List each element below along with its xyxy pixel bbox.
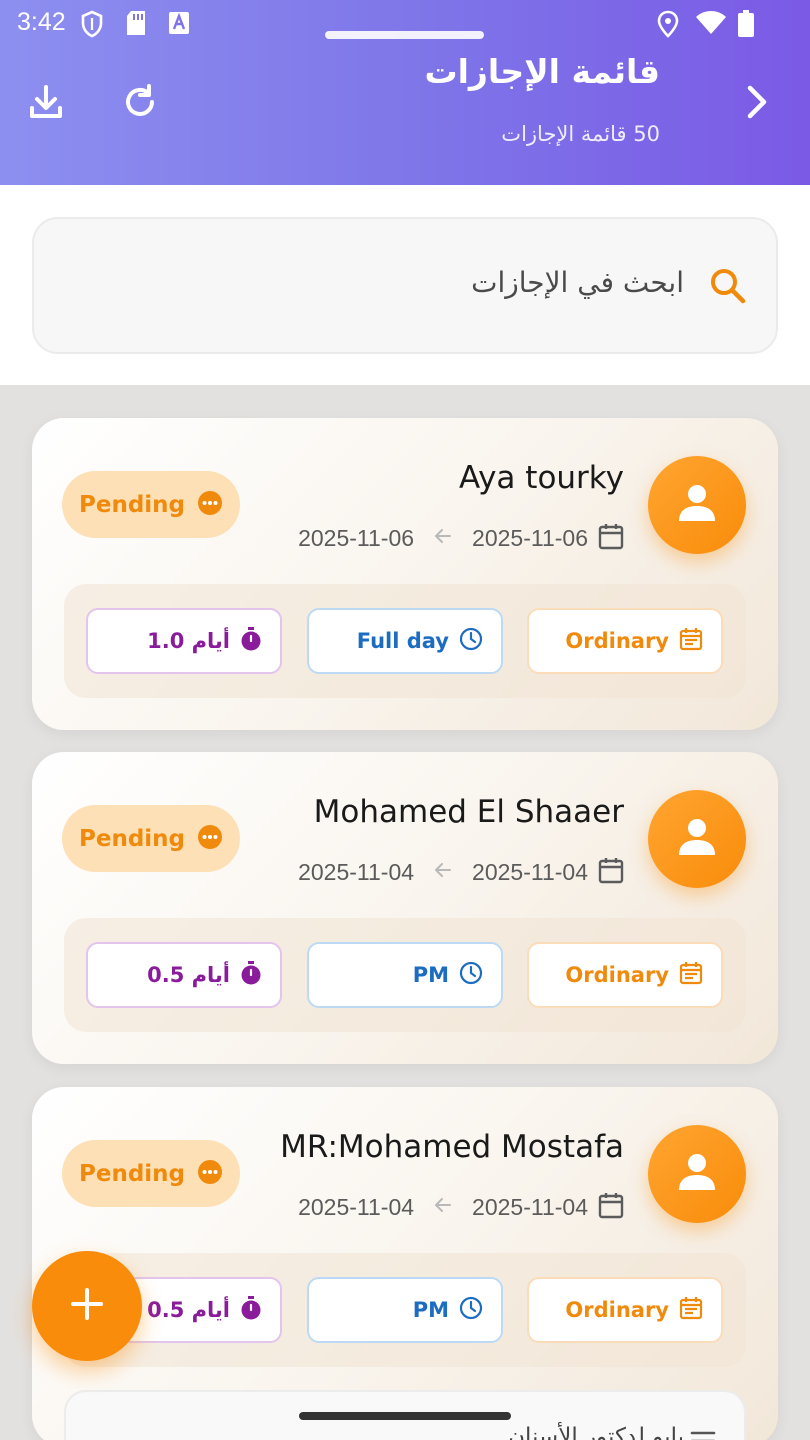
date-from: 2025-11-06 — [472, 524, 588, 551]
timer-icon — [240, 1295, 262, 1325]
type-chip: Ordinary — [527, 1277, 723, 1343]
type-label: Ordinary — [565, 629, 669, 653]
sd-card-icon — [125, 10, 147, 40]
arrow-left-icon — [434, 862, 452, 882]
home-indicator[interactable] — [299, 1412, 511, 1420]
reason-text: بابو لدكتور الأسنان — [508, 1424, 684, 1440]
person-icon — [675, 815, 719, 863]
status-label: Pending — [78, 1160, 185, 1187]
app-header: 3:42 قائمة الإجازات 50 قائمة الإجازات — [0, 0, 810, 185]
status-badge: Pending — [62, 805, 240, 872]
person-icon — [675, 481, 719, 529]
timer-icon — [240, 960, 262, 990]
location-icon — [656, 10, 680, 42]
leave-card[interactable]: MR:Mohamed Mostafa 2025-11-04 2025-11-04… — [32, 1087, 778, 1440]
days-label: 0.5 أيام — [147, 963, 230, 987]
timer-icon — [240, 626, 262, 656]
font-a-icon — [168, 10, 190, 40]
date-range: 2025-11-04 2025-11-04 — [298, 856, 624, 888]
search-placeholder: ابحث في الإجازات — [471, 266, 684, 299]
calendar-icon — [598, 522, 624, 554]
person-icon — [675, 1150, 719, 1198]
plus-icon — [70, 1287, 104, 1325]
date-range: 2025-11-06 2025-11-06 — [298, 522, 624, 554]
type-chip: Ordinary — [527, 608, 723, 674]
clock-icon — [459, 961, 483, 990]
arrow-left-icon — [434, 1197, 452, 1217]
duration-label: PM — [412, 963, 449, 987]
back-button[interactable] — [732, 80, 780, 128]
type-label: Ordinary — [565, 1298, 669, 1322]
date-to: 2025-11-06 — [298, 524, 415, 551]
event-note-icon — [679, 961, 703, 990]
date-to: 2025-11-04 — [298, 858, 415, 885]
refresh-button[interactable] — [116, 80, 164, 128]
date-from: 2025-11-04 — [472, 858, 588, 885]
leave-card[interactable]: Aya tourky 2025-11-06 2025-11-06 Pending… — [32, 418, 778, 730]
battery-icon — [737, 10, 755, 42]
duration-label: Full day — [356, 629, 449, 653]
type-chip: Ordinary — [527, 942, 723, 1008]
status-badge: Pending — [62, 1140, 240, 1207]
avatar — [648, 1125, 746, 1223]
refresh-icon — [121, 83, 159, 125]
arrow-left-icon — [434, 528, 452, 548]
date-range: 2025-11-04 2025-11-04 — [298, 1191, 624, 1223]
leave-card[interactable]: Mohamed El Shaaer 2025-11-04 2025-11-04 … — [32, 752, 778, 1064]
wifi-icon — [695, 10, 727, 40]
notch-pill — [325, 31, 484, 39]
duration-chip: Full day — [307, 608, 503, 674]
clock-icon — [459, 627, 483, 656]
status-bar: 3:42 — [0, 0, 810, 48]
calendar-icon — [598, 1191, 624, 1223]
status-label: Pending — [78, 825, 185, 852]
employee-name: Mohamed El Shaaer — [313, 794, 624, 830]
avatar — [648, 790, 746, 888]
download-icon — [27, 83, 65, 125]
leave-details: 0.5 أيام PM Ordinary — [64, 918, 746, 1032]
date-to: 2025-11-04 — [298, 1193, 415, 1220]
shield-icon — [80, 10, 104, 42]
event-note-icon — [679, 1296, 703, 1325]
employee-name: MR:Mohamed Mostafa — [280, 1129, 624, 1165]
status-label: Pending — [78, 491, 185, 518]
leave-details: 0.5 أيام PM Ordinary — [64, 1253, 746, 1367]
calendar-icon — [598, 856, 624, 888]
status-badge: Pending — [62, 471, 240, 538]
days-label: 1.0 أيام — [147, 629, 230, 653]
more-horizontal-circle-icon — [197, 824, 223, 854]
days-label: 0.5 أيام — [147, 1298, 230, 1322]
page-subtitle: 50 قائمة الإجازات — [501, 122, 660, 146]
date-from: 2025-11-04 — [472, 1193, 588, 1220]
add-leave-button[interactable] — [32, 1251, 142, 1361]
duration-chip: PM — [307, 942, 503, 1008]
search-section: ابحث في الإجازات — [0, 185, 810, 385]
more-horizontal-circle-icon — [197, 1159, 223, 1189]
duration-label: PM — [412, 1298, 449, 1322]
employee-name: Aya tourky — [458, 460, 624, 496]
duration-chip: PM — [307, 1277, 503, 1343]
event-note-icon — [679, 627, 703, 656]
clock-icon — [459, 1296, 483, 1325]
leave-details: 1.0 أيام Full day Ordinary — [64, 584, 746, 698]
chevron-right-icon — [741, 82, 771, 126]
status-time: 3:42 — [17, 8, 66, 36]
days-chip: 1.0 أيام — [86, 608, 282, 674]
notes-icon — [690, 1430, 716, 1440]
download-button[interactable] — [22, 80, 70, 128]
page-title: قائمة الإجازات — [424, 52, 660, 91]
avatar — [648, 456, 746, 554]
search-input[interactable]: ابحث في الإجازات — [32, 217, 778, 354]
type-label: Ordinary — [565, 963, 669, 987]
days-chip: 0.5 أيام — [86, 942, 282, 1008]
more-horizontal-circle-icon — [197, 490, 223, 520]
search-icon — [708, 266, 748, 310]
